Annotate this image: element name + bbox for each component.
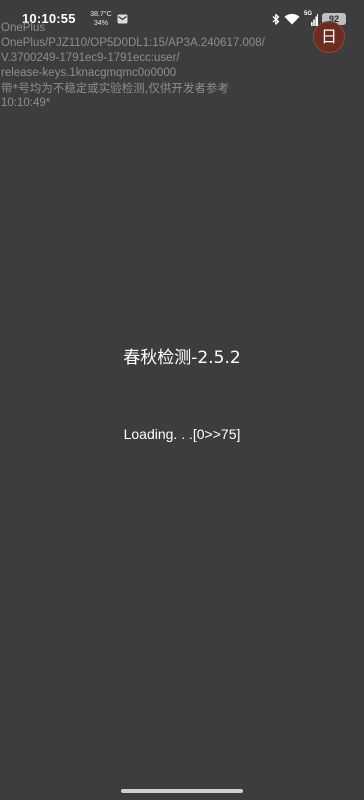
device-info-overlay: OnePlus OnePlus/PJZ110/OP5D0DL1:15/AP3A.… [1,21,301,111]
loading-status: Loading. . .[0>>75] [123,426,241,442]
status-temperature: 38.7°C [90,11,112,18]
device-info-timestamp: 10:10:49* [1,97,51,109]
device-info-line: OnePlus [1,22,46,34]
device-info-line: OnePlus/PJZ110/OP5D0DL1:15/AP3A.240617.0… [1,37,265,49]
device-info-line: V.3700249-1791ec9-1791ecc:user/ [1,52,180,64]
app-title: 春秋检测-2.5.2 [123,348,241,368]
device-info-note: 带*号均为不稳定或实验检测,仅供开发者参考 [1,81,229,95]
gesture-nav-handle[interactable] [121,789,243,793]
device-info-line: release-keys.1knacgmqmc0o0000 [1,67,177,79]
signal-icon: 5G [304,11,318,26]
avatar-glyph: 日丰 [320,27,337,46]
avatar[interactable]: 日丰 [313,21,345,53]
